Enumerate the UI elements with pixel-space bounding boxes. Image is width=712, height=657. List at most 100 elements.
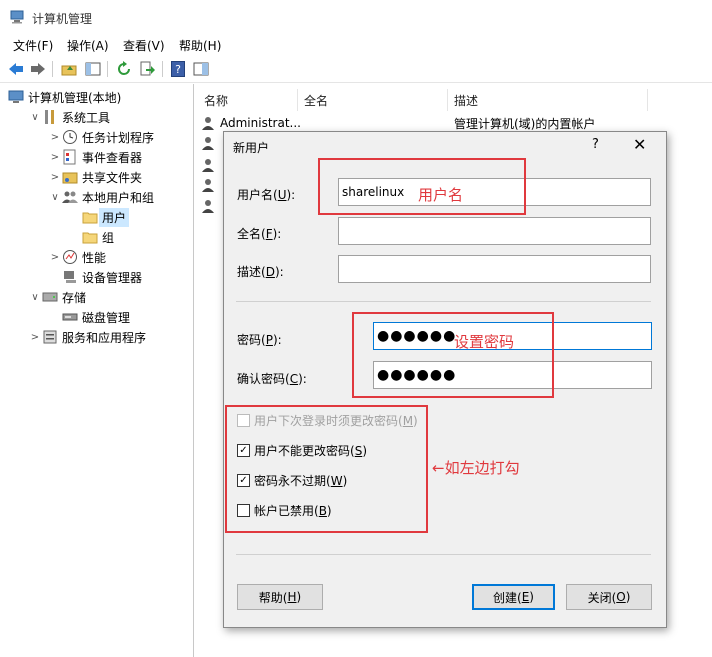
tree-item[interactable]: 用户 <box>68 207 130 227</box>
tree-item-label: 任务计划程序 <box>82 130 155 145</box>
tree-item-label: 系统工具 <box>62 110 111 125</box>
title-bar <box>0 0 712 34</box>
tree-item[interactable]: > 事件查看器 <box>48 147 142 167</box>
column-separator <box>647 89 648 111</box>
tree-item-label: 服务和应用程序 <box>62 330 147 345</box>
chevron-right-icon[interactable]: > <box>48 132 62 143</box>
user-icon[interactable] <box>201 198 217 214</box>
tree-item[interactable]: 计算机管理(本地) <box>8 87 121 107</box>
window-title: 计算机管理 <box>32 12 93 26</box>
create-button[interactable]: 创建(E) <box>472 584 555 610</box>
tree-item-label: 用户 <box>99 207 130 227</box>
user-name-cell: Administrat... <box>220 116 301 130</box>
chevron-right-icon[interactable]: > <box>28 332 42 343</box>
tree-item-label: 本地用户和组 <box>82 190 155 205</box>
users-groups-icon <box>62 189 78 205</box>
dialog-help-button[interactable]: ? <box>592 137 599 152</box>
password-label: 密码(P): <box>237 333 282 347</box>
annotation-username: 用户名 <box>418 186 464 204</box>
computer-management-icon <box>10 10 24 24</box>
fullname-label: 全名(F): <box>237 227 282 241</box>
back-icon[interactable] <box>7 60 25 78</box>
tree-item[interactable]: ∨ 系统工具 <box>28 107 110 127</box>
tree-item[interactable]: 组 <box>68 227 114 247</box>
annotation-box-password <box>352 312 554 398</box>
chevron-right-icon[interactable]: > <box>48 152 62 163</box>
help-icon[interactable]: ? <box>169 60 187 78</box>
properties-pane-icon[interactable] <box>192 60 210 78</box>
close-button[interactable]: 关闭(O) <box>566 584 652 610</box>
disk-icon <box>62 309 78 325</box>
tree-item[interactable]: ∨ 存储 <box>28 287 86 307</box>
performance-icon <box>62 249 78 265</box>
description-input[interactable] <box>338 255 651 283</box>
tree-item[interactable]: > 任务计划程序 <box>48 127 154 147</box>
user-icon[interactable] <box>201 157 217 173</box>
folder-icon <box>82 229 98 245</box>
menu-action[interactable]: 操作(A) <box>67 37 109 54</box>
computer-icon <box>8 89 24 105</box>
column-separator <box>447 89 448 111</box>
services-icon <box>42 329 58 345</box>
up-folder-icon[interactable] <box>60 60 78 78</box>
chevron-right-icon[interactable]: > <box>48 252 62 263</box>
table-row[interactable]: Administrat... <box>201 113 301 133</box>
column-header-fullname[interactable]: 全名 <box>304 89 328 111</box>
dialog-close-icon[interactable]: ✕ <box>633 135 646 154</box>
column-header-description[interactable]: 描述 <box>454 89 478 111</box>
fullname-input[interactable] <box>338 217 651 245</box>
export-list-icon[interactable] <box>138 60 156 78</box>
chevron-right-icon[interactable]: > <box>48 172 62 183</box>
tree-item-label: 共享文件夹 <box>82 170 143 185</box>
menu-help[interactable]: 帮助(H) <box>179 37 221 54</box>
tools-icon <box>42 109 58 125</box>
svg-text:?: ? <box>175 63 181 76</box>
annotation-password: 设置密码 <box>454 333 515 351</box>
tree-item-label: 存储 <box>62 290 87 305</box>
chevron-down-icon[interactable]: ∨ <box>28 112 42 123</box>
tree-item[interactable]: ∨ 本地用户和组 <box>48 187 154 207</box>
folder-icon <box>82 209 98 225</box>
tree-item[interactable]: 设备管理器 <box>48 267 142 287</box>
tree-item-label: 事件查看器 <box>82 150 143 165</box>
tree-item-label: 设备管理器 <box>82 270 143 285</box>
user-icon[interactable] <box>201 135 217 151</box>
toolbar-separator <box>107 61 108 77</box>
annotation-box-checkboxes <box>225 405 428 533</box>
refresh-icon[interactable] <box>115 60 133 78</box>
user-icon[interactable] <box>201 177 217 193</box>
column-header-name[interactable]: 名称 <box>204 89 228 111</box>
menu-view[interactable]: 查看(V) <box>123 37 165 54</box>
show-hide-tree-icon[interactable] <box>84 60 102 78</box>
event-viewer-icon <box>62 149 78 165</box>
divider <box>236 301 651 302</box>
divider <box>236 554 651 555</box>
tree-item-label: 计算机管理(本地) <box>28 90 122 105</box>
user-icon <box>202 117 214 130</box>
tree-item[interactable]: > 服务和应用程序 <box>28 327 146 347</box>
clock-icon <box>62 129 78 145</box>
tree-item[interactable]: > 性能 <box>48 247 106 267</box>
chevron-down-icon[interactable]: ∨ <box>48 192 62 203</box>
description-label: 描述(D): <box>237 265 284 279</box>
toolbar-separator <box>52 61 53 77</box>
tree-item-label: 性能 <box>82 250 107 265</box>
tree-item-label: 磁盘管理 <box>82 310 131 325</box>
tree-item[interactable]: > 共享文件夹 <box>48 167 142 187</box>
forward-icon[interactable] <box>29 60 47 78</box>
storage-icon <box>42 289 58 305</box>
device-manager-icon <box>62 269 78 285</box>
tree-item-label: 组 <box>102 230 115 245</box>
menu-file[interactable]: 文件(F) <box>13 37 53 54</box>
shared-folder-icon <box>62 169 78 185</box>
annotation-checkboxes: ←如左边打勾 <box>432 459 520 477</box>
toolbar-separator <box>162 61 163 77</box>
dialog-title: 新用户 <box>233 141 270 155</box>
tree-item[interactable]: 磁盘管理 <box>48 307 130 327</box>
help-button[interactable]: 帮助(H) <box>237 584 323 610</box>
username-label: 用户名(U): <box>237 188 296 202</box>
confirm-password-label: 确认密码(C): <box>237 372 307 386</box>
user-description-cell: 管理计算机(域)的内置帐户 <box>454 117 596 131</box>
chevron-down-icon[interactable]: ∨ <box>28 292 42 303</box>
column-separator <box>297 89 298 111</box>
